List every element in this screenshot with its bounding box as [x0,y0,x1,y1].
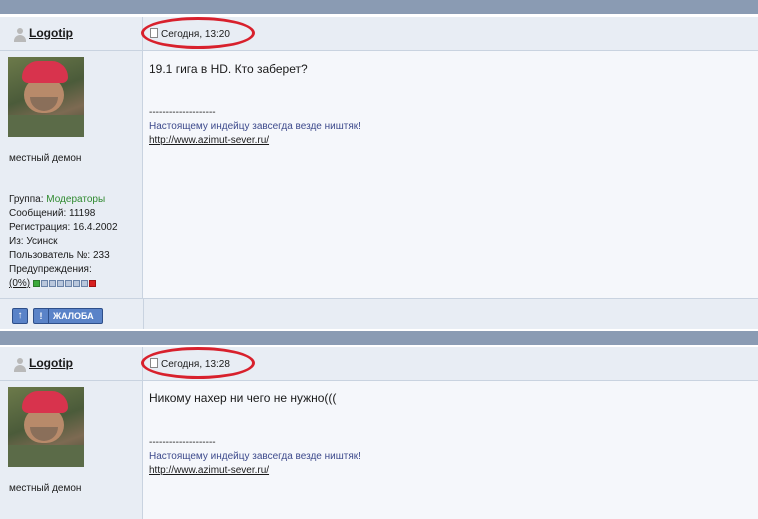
signature-separator: -------------------- [149,107,216,118]
author-name-link[interactable]: Logotip [29,26,73,40]
top-bar [0,0,758,14]
registration-date: Регистрация: 16.4.2002 [9,222,118,233]
scroll-up-button[interactable]: ↑ [12,308,28,324]
signature-quote: Настоящему индейцу завсегда везде ништяк… [149,121,361,132]
author-cell: Logotip [0,17,143,50]
post-footer: ↑ ! ЖАЛОБА [0,298,758,329]
member-rank: местный демон [9,153,82,164]
post-text: 19.1 гига в HD. Кто заберет? [149,62,308,76]
member-location: Из: Усинск [9,236,58,247]
signature-separator: -------------------- [149,437,216,448]
post-header: Logotip Сегодня, 13:28 [0,347,758,381]
report-button[interactable]: ! ЖАЛОБА [33,308,103,324]
group-value: Модераторы [46,194,106,205]
post-body [143,51,758,298]
post-header: Logotip Сегодня, 13:20 [0,17,758,51]
signature: -------------------- Настоящему индейцу … [149,106,361,148]
warnings-label: Предупреждения: [9,264,92,275]
messages-count: Сообщений: 11198 [9,208,96,219]
arrow-up-icon: ↑ [17,310,23,321]
avatar [8,387,84,467]
author-name-link[interactable]: Logotip [29,356,73,370]
signature: -------------------- Настоящему индейцу … [149,436,361,478]
exclamation-icon: ! [34,309,49,323]
signature-link[interactable]: http://www.azimut-sever.ru/ [149,134,361,148]
signature-link[interactable]: http://www.azimut-sever.ru/ [149,464,361,478]
group-label: Группа: [9,194,44,205]
author-cell: Logotip [0,347,143,380]
member-rank: местный демон [9,483,82,494]
annotation-oval [141,347,255,379]
author-info-column: местный демон Группа: Модераторы Сообщен… [0,51,143,298]
avatar [8,57,84,137]
warnings-value[interactable]: (0%) [9,278,30,289]
annotation-oval [141,17,255,49]
warning-level-bar [32,278,97,292]
author-info-column: местный демон [0,381,143,519]
member-info: Группа: Модераторы Сообщений: 11198 Реги… [9,193,118,292]
user-icon [14,358,26,372]
user-icon [14,28,26,42]
report-label: ЖАЛОБА [53,311,94,321]
post-text: Никому нахер ни чего не нужно((( [149,391,337,405]
signature-quote: Настоящему индейцу завсегда везде ништяк… [149,451,361,462]
member-number: Пользователь №: 233 [9,250,110,261]
separator-bar [0,331,758,345]
